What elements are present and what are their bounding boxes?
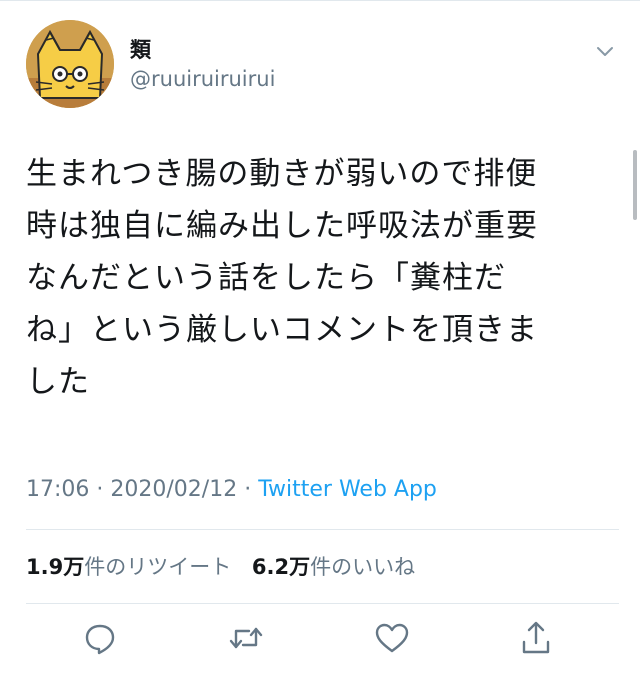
- cat-avatar-icon: [26, 20, 114, 108]
- retweets-count: 1.9万: [26, 555, 85, 579]
- likes-label: 件のいいね: [310, 555, 416, 579]
- tweet-text-line: なんだという話をしたら「糞柱だ: [26, 260, 506, 296]
- share-icon[interactable]: [516, 618, 556, 658]
- reply-icon[interactable]: [80, 618, 120, 658]
- tweet-meta: 17:06 · 2020/02/12 · Twitter Web App: [26, 474, 437, 506]
- like-icon[interactable]: [372, 618, 412, 658]
- likes-count: 6.2万: [251, 555, 311, 579]
- tweet-text-line: 生まれつき腸の動きが弱いので排便: [26, 156, 538, 192]
- avatar[interactable]: [26, 20, 114, 108]
- divider: [26, 603, 619, 604]
- display-name[interactable]: 類: [130, 37, 275, 63]
- scrollbar[interactable]: [633, 150, 637, 220]
- tweet-time[interactable]: 17:06: [26, 477, 89, 502]
- tweet-text-line: した: [26, 364, 90, 400]
- retweets-stat[interactable]: 1.9万件のリツイート: [26, 555, 231, 579]
- likes-stat[interactable]: 6.2万件のいいね: [252, 555, 415, 579]
- tweet-header: 類 @ruuiruiruirui: [26, 20, 616, 112]
- tweet-text: 生まれつき腸の動きが弱いので排便 時は独自に編み出した呼吸法が重要 なんだという…: [26, 148, 616, 408]
- divider: [26, 529, 619, 530]
- retweet-icon[interactable]: [226, 618, 266, 658]
- tweet-date[interactable]: 2020/02/12: [110, 477, 237, 502]
- action-bar: [0, 618, 640, 668]
- tweet-text-line: ね」という厳しいコメントを頂きま: [26, 312, 538, 348]
- top-border: [0, 0, 640, 1]
- meta-separator: ·: [96, 477, 104, 502]
- tweet-text-line: 時は独自に編み出した呼吸法が重要: [26, 208, 538, 244]
- retweets-label: 件のリツイート: [84, 555, 232, 579]
- chevron-down-icon[interactable]: [594, 40, 616, 62]
- meta-separator: ·: [244, 477, 252, 502]
- tweet-stats: 1.9万件のリツイート 6.2万件のいいね: [26, 550, 415, 584]
- user-handle[interactable]: @ruuiruiruirui: [130, 65, 275, 93]
- user-info[interactable]: 類 @ruuiruiruirui: [130, 37, 275, 93]
- tweet-source-link[interactable]: Twitter Web App: [258, 477, 437, 502]
